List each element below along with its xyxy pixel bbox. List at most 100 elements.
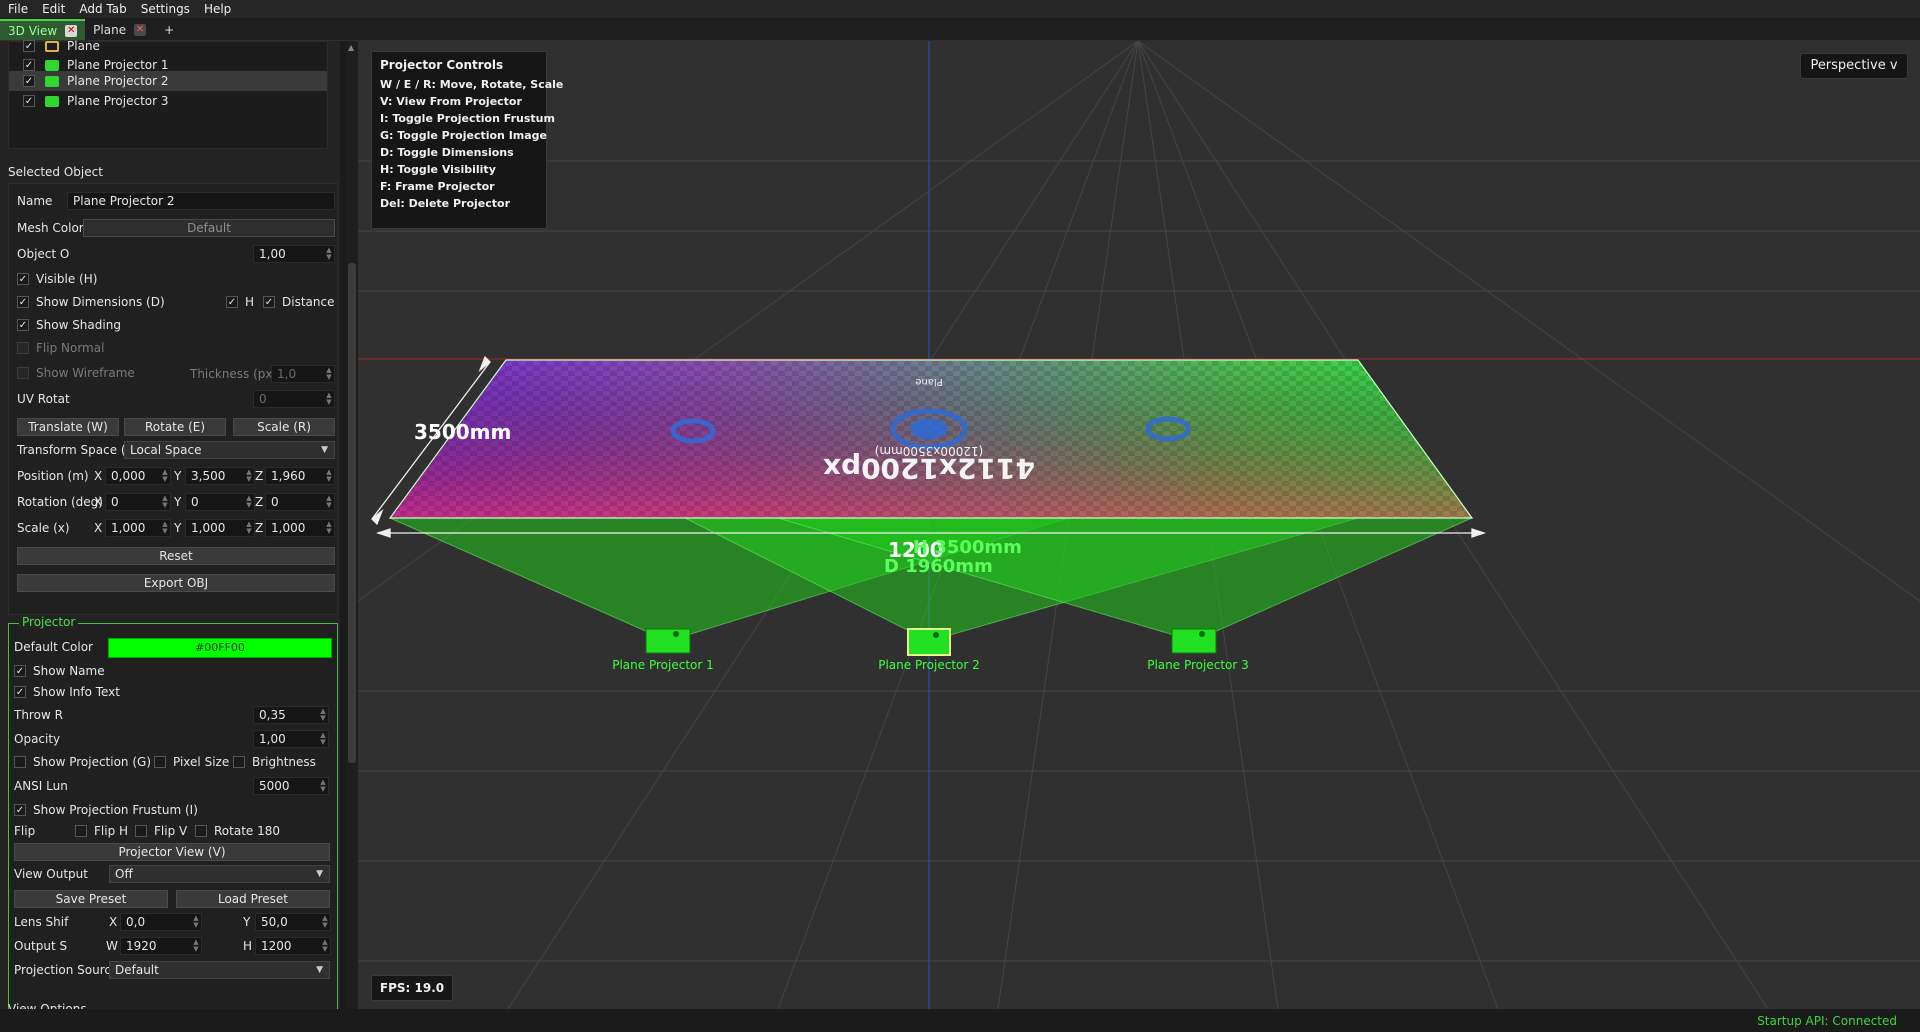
- ansi-lumens-input[interactable]: 5000 ▲ ▼: [253, 777, 329, 795]
- selected-object-title: Selected Object: [8, 165, 103, 179]
- axis-z-label: Z: [255, 521, 264, 535]
- view-output-value: Off: [115, 867, 133, 881]
- brightness-label: Brightness: [252, 755, 316, 769]
- name-label: Name: [17, 194, 53, 208]
- throw-ratio-input[interactable]: 0,35 ▲ ▼: [253, 706, 329, 724]
- pixel-size-checkbox[interactable]: Pixel Size: [154, 755, 229, 769]
- rotation-x-input[interactable]: 0 ▲ ▼: [105, 493, 171, 511]
- position-z-input[interactable]: 1,960 ▲ ▼: [265, 467, 335, 485]
- visibility-checkbox[interactable]: ✓: [23, 95, 35, 107]
- list-item[interactable]: ✓ Plane: [9, 36, 327, 56]
- flip-v-checkbox[interactable]: Flip V: [135, 824, 187, 838]
- show-name-checkbox[interactable]: ✓ Show Name: [14, 664, 105, 678]
- chevron-down-icon: ▼: [316, 965, 323, 975]
- object-opacity-value: 1,00: [259, 247, 286, 261]
- position-y-input[interactable]: 3,500 ▲ ▼: [185, 467, 255, 485]
- projector-view-button[interactable]: Projector View (V): [14, 843, 330, 861]
- scale-y-input[interactable]: 1,000 ▲ ▼: [185, 519, 255, 537]
- rotation-y-input[interactable]: 0 ▲ ▼: [185, 493, 255, 511]
- projector-3[interactable]: [1171, 628, 1217, 654]
- menu-help[interactable]: Help: [204, 2, 231, 16]
- chevron-down-icon: ▼: [316, 869, 323, 879]
- output-height-input[interactable]: 1200 ▲ ▼: [255, 937, 331, 955]
- menu-add-tab[interactable]: Add Tab: [79, 2, 126, 16]
- visibility-checkbox[interactable]: ✓: [23, 75, 35, 87]
- distance-checkbox[interactable]: ✓ Distance: [263, 295, 334, 309]
- list-item[interactable]: ✓ Plane Projector 2: [9, 71, 327, 91]
- show-info-label: Show Info Text: [33, 685, 120, 699]
- scroll-up-icon[interactable]: ▲: [348, 43, 356, 52]
- scrollbar-thumb[interactable]: [348, 263, 356, 763]
- flip-normal-checkbox[interactable]: Flip Normal: [17, 341, 104, 355]
- rotation-z-input[interactable]: 0 ▲ ▼: [265, 493, 335, 511]
- rotation-y-value: 0: [191, 495, 199, 509]
- dimension-h-checkbox[interactable]: ✓ H: [226, 295, 254, 309]
- controls-line: H: Toggle Visibility: [380, 163, 496, 176]
- axis-z-label: Z: [255, 469, 264, 483]
- lens-shift-y-input[interactable]: 50,0 ▲ ▼: [255, 913, 331, 931]
- show-projection-checkbox[interactable]: Show Projection (G): [14, 755, 151, 769]
- axis-x-label: X: [94, 469, 103, 483]
- lens-shift-label: Lens Shif: [14, 915, 69, 929]
- position-x-input[interactable]: 0,000 ▲ ▼: [105, 467, 171, 485]
- output-height-value: 1200: [261, 939, 292, 953]
- menu-edit[interactable]: Edit: [42, 2, 65, 16]
- default-color-swatch[interactable]: #00FF00: [108, 638, 332, 658]
- scale-button[interactable]: Scale (R): [233, 418, 335, 436]
- 3d-viewport[interactable]: Plane 4112x1200px (12000x3500mm) 3500mm …: [358, 41, 1920, 1009]
- axis-x-label: X: [94, 521, 103, 535]
- translate-button[interactable]: Translate (W): [17, 418, 119, 436]
- uv-rotate-input[interactable]: 0 ▲ ▼: [253, 390, 335, 408]
- flip-h-checkbox[interactable]: Flip H: [75, 824, 128, 838]
- rotate-button[interactable]: Rotate (E): [124, 418, 226, 436]
- load-preset-button[interactable]: Load Preset: [176, 890, 330, 908]
- brightness-checkbox[interactable]: Brightness: [233, 755, 316, 769]
- height-dimension-text: H 3500mm: [913, 537, 1022, 558]
- left-panel-scrollbar[interactable]: ▲: [346, 41, 358, 1009]
- view-output-dropdown[interactable]: Off ▼: [109, 865, 330, 883]
- rotate-180-checkbox[interactable]: Rotate 180: [195, 824, 280, 838]
- list-item[interactable]: ✓ Plane Projector 3: [9, 91, 327, 111]
- rotation-x-value: 0: [111, 495, 119, 509]
- projector-icon: [45, 95, 59, 107]
- show-info-checkbox[interactable]: ✓ Show Info Text: [14, 685, 120, 699]
- output-width-input[interactable]: 1920 ▲ ▼: [120, 937, 202, 955]
- close-icon[interactable]: ✕: [65, 24, 78, 37]
- lens-shift-x-input[interactable]: 0,0 ▲ ▼: [120, 913, 202, 931]
- transform-space-dropdown[interactable]: Local Space ▼: [124, 441, 335, 459]
- view-output-label: View Output: [14, 867, 88, 881]
- export-obj-button[interactable]: Export OBJ: [17, 574, 335, 592]
- projector-1[interactable]: [645, 628, 691, 654]
- show-projection-label: Show Projection (G): [33, 755, 152, 769]
- save-preset-button[interactable]: Save Preset: [14, 890, 168, 908]
- throw-ratio-value: 0,35: [259, 708, 286, 722]
- rotate-180-label: Rotate 180: [214, 824, 281, 838]
- projector-icon: [45, 75, 59, 87]
- projection-source-dropdown[interactable]: Default ▼: [109, 961, 330, 979]
- scale-x-input[interactable]: 1,000 ▲ ▼: [105, 519, 171, 537]
- flip-normal-label: Flip Normal: [36, 341, 105, 355]
- projector-opacity-input[interactable]: 1,00 ▲ ▼: [253, 730, 329, 748]
- perspective-dropdown[interactable]: Perspective v: [1800, 53, 1908, 79]
- visibility-checkbox[interactable]: ✓: [23, 59, 35, 71]
- menu-file[interactable]: File: [8, 2, 28, 16]
- show-dimensions-checkbox[interactable]: ✓ Show Dimensions (D): [17, 295, 165, 309]
- projector-2[interactable]: [907, 628, 951, 656]
- visibility-checkbox[interactable]: ✓: [23, 40, 35, 52]
- reset-button[interactable]: Reset: [17, 547, 335, 565]
- name-input[interactable]: Plane Projector 2: [67, 192, 335, 210]
- fps-counter: FPS: 19.0: [371, 975, 453, 1001]
- close-icon[interactable]: ✕: [134, 23, 147, 36]
- scale-z-input[interactable]: 1,000 ▲ ▼: [265, 519, 335, 537]
- show-shading-checkbox[interactable]: ✓ Show Shading: [17, 318, 121, 332]
- mesh-color-button[interactable]: Default: [83, 219, 335, 237]
- outliner-label: Plane Projector 2: [67, 74, 169, 88]
- thickness-input[interactable]: 1,0 ▲ ▼: [271, 365, 335, 383]
- menu-settings[interactable]: Settings: [141, 2, 190, 16]
- projection-source-label: Projection Source: [14, 963, 119, 977]
- show-wireframe-checkbox[interactable]: Show Wireframe: [17, 366, 135, 380]
- projector-controls-overlay: Projector Controls W / E / R: Move, Rota…: [371, 51, 563, 229]
- visible-checkbox[interactable]: ✓ Visible (H): [17, 272, 97, 286]
- frustum-checkbox[interactable]: ✓ Show Projection Frustum (I): [14, 803, 198, 817]
- object-opacity-input[interactable]: 1,00 ▲ ▼: [253, 245, 335, 263]
